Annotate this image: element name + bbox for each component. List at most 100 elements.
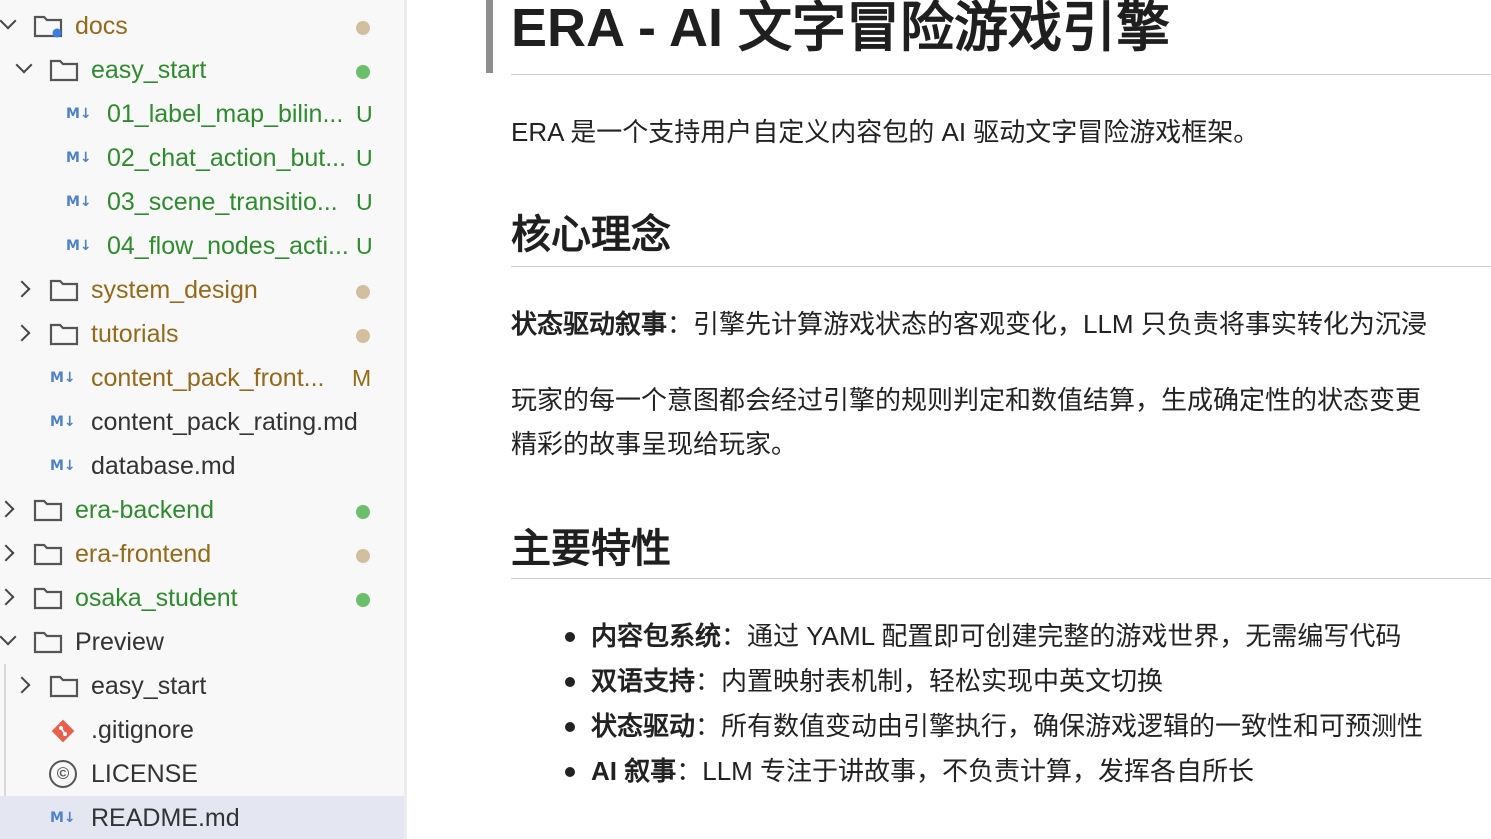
tree-file-01-label-map[interactable]: M↓ 01_label_map_bilin... U (0, 92, 404, 136)
item-text: ：LLM 专注于讲故事，不负责计算，发挥各自所长 (676, 756, 1255, 786)
heading-rule (511, 74, 1491, 75)
bullet (565, 632, 575, 642)
tree-folder-osaka-student[interactable]: osaka_student (0, 576, 404, 620)
section-heading-features: 主要特性 (511, 527, 671, 571)
untracked-dot (356, 65, 370, 79)
chevron-right-icon[interactable] (0, 544, 15, 562)
git-status-badge: U (356, 145, 373, 171)
git-status-badge: U (356, 233, 373, 259)
bold-term: 内容包系统 (591, 621, 722, 651)
feature-list-item: 状态驱动：所有数值变动由引擎执行，确保游戏逻辑的一致性和可预测性 (565, 704, 1424, 748)
chevron-right-icon[interactable] (0, 588, 15, 606)
core-paragraph-2-line-1: 玩家的每一个意图都会经过引擎的规则判定和数值结算，生成确定性的状态变更 (511, 385, 1422, 415)
bold-term: 状态驱动叙事 (511, 309, 668, 339)
section-heading-core: 核心理念 (511, 213, 671, 257)
item-text: ：所有数值变动由引擎执行，确保游戏逻辑的一致性和可预测性 (695, 711, 1424, 741)
bold-term: 状态驱动 (591, 711, 696, 741)
markdown-icon: M↓ (66, 150, 92, 166)
chevron-down-icon[interactable] (0, 12, 17, 30)
bold-term: AI 叙事 (591, 756, 677, 786)
tree-file-gitignore[interactable]: .gitignore (0, 708, 404, 752)
tree-file-content-pack-rating[interactable]: M↓ content_pack_rating.md (0, 400, 404, 444)
git-status-badge: U (356, 189, 373, 215)
markdown-icon: M↓ (66, 194, 92, 210)
markdown-icon: M↓ (50, 370, 76, 386)
tree-label: osaka_student (75, 584, 238, 612)
tree-label: Preview (75, 628, 164, 656)
feature-list-item: AI 叙事：LLM 专注于讲故事，不负责计算，发挥各自所长 (565, 749, 1255, 793)
tree-label: era-frontend (75, 540, 212, 568)
markdown-icon: M↓ (66, 106, 92, 122)
tree-folder-era-backend[interactable]: era-backend (0, 488, 404, 532)
bullet (565, 767, 575, 777)
tree-label: 01_label_map_bilin... (107, 100, 344, 128)
chevron-right-icon[interactable] (13, 324, 31, 342)
tree-label: tutorials (91, 320, 179, 348)
markdown-preview: ERA - AI 文字冒险游戏引擎 ERA 是一个支持用户自定义内容包的 AI … (407, 0, 1491, 839)
item-text: ：内置映射表机制，轻松实现中英文切换 (695, 666, 1164, 696)
bullet (565, 677, 575, 687)
markdown-icon: M↓ (50, 414, 76, 430)
tree-label: system_design (91, 276, 258, 304)
git-status-badge: M (352, 365, 372, 391)
tree-folder-easy-start[interactable]: easy_start (0, 48, 404, 92)
heading-rule (511, 578, 1491, 579)
modified-dot (356, 549, 370, 563)
modified-dot (356, 329, 370, 343)
tree-label: content_pack_rating.md (91, 408, 358, 436)
chevron-down-icon[interactable] (0, 628, 17, 646)
tree-file-readme[interactable]: M↓ README.md (0, 796, 404, 839)
explorer-sidebar: docs easy_start M↓ 01_label_map_bilin...… (0, 0, 404, 839)
folder-icon (33, 543, 63, 566)
tree-file-04-flow-nodes[interactable]: M↓ 04_flow_nodes_acti... U (0, 224, 404, 268)
markdown-icon: M↓ (50, 810, 76, 826)
bullet (565, 722, 575, 732)
chevron-right-icon[interactable] (13, 280, 31, 298)
tree-label: 04_flow_nodes_acti... (107, 232, 349, 260)
tree-label: 03_scene_transitio... (107, 188, 338, 216)
git-status-badge: U (356, 101, 373, 127)
folder-icon (33, 587, 63, 610)
tree-file-03-scene-transition[interactable]: M↓ 03_scene_transitio... U (0, 180, 404, 224)
core-paragraph-1: 状态驱动叙事：引擎先计算游戏状态的客观变化，LLM 只负责将事实转化为沉浸 (511, 302, 1427, 346)
page-title: ERA - AI 文字冒险游戏引擎 (511, 0, 1170, 58)
tree-file-02-chat-action[interactable]: M↓ 02_chat_action_but... U (0, 136, 404, 180)
modified-dot (356, 285, 370, 299)
vscode-window: docs easy_start M↓ 01_label_map_bilin...… (0, 0, 1491, 839)
tree-folder-system-design[interactable]: system_design (0, 268, 404, 312)
chevron-right-icon[interactable] (13, 676, 31, 694)
tree-folder-docs[interactable]: docs (0, 4, 404, 48)
folder-icon (49, 59, 79, 82)
tree-label: easy_start (91, 672, 207, 700)
paragraph-text: ：引擎先计算游戏状态的客观变化，LLM 只负责将事实转化为沉浸 (667, 309, 1427, 339)
intro-paragraph: ERA 是一个支持用户自定义内容包的 AI 驱动文字冒险游戏框架。 (511, 117, 1260, 147)
item-text: ：通过 YAML 配置即可创建完整的游戏世界，无需编写代码 (721, 621, 1402, 651)
chevron-down-icon[interactable] (15, 56, 33, 74)
tree-folder-era-frontend[interactable]: era-frontend (0, 532, 404, 576)
tree-file-content-pack-front[interactable]: M↓ content_pack_front... M (0, 356, 404, 400)
tree-label: database.md (91, 452, 236, 480)
markdown-icon: M↓ (66, 238, 92, 254)
folder-icon (49, 279, 79, 302)
tree-file-license[interactable]: © LICENSE (0, 752, 404, 796)
feature-list-item: 双语支持：内置映射表机制，轻松实现中英文切换 (565, 659, 1164, 703)
untracked-dot (356, 593, 370, 607)
blockquote-bar (486, 0, 493, 73)
tree-label: easy_start (91, 56, 207, 84)
folder-icon (33, 15, 63, 38)
tree-folder-tutorials[interactable]: tutorials (0, 312, 404, 356)
tree-label: content_pack_front... (91, 364, 325, 392)
tree-folder-preview[interactable]: Preview (0, 620, 404, 664)
copyright-icon: © (49, 760, 77, 788)
feature-list-item: 内容包系统：通过 YAML 配置即可创建完整的游戏世界，无需编写代码 (565, 614, 1402, 658)
tree-label: .gitignore (91, 716, 194, 744)
tree-folder-preview-easy-start[interactable]: easy_start (0, 664, 404, 708)
tree-label: LICENSE (91, 760, 198, 788)
git-icon (51, 719, 75, 743)
tree-file-database[interactable]: M↓ database.md (0, 444, 404, 488)
heading-rule (511, 266, 1491, 267)
core-paragraph-2-line-2: 精彩的故事呈现给玩家。 (511, 429, 798, 459)
chevron-right-icon[interactable] (0, 500, 15, 518)
tree-label: 02_chat_action_but... (107, 144, 347, 172)
untracked-dot (356, 505, 370, 519)
